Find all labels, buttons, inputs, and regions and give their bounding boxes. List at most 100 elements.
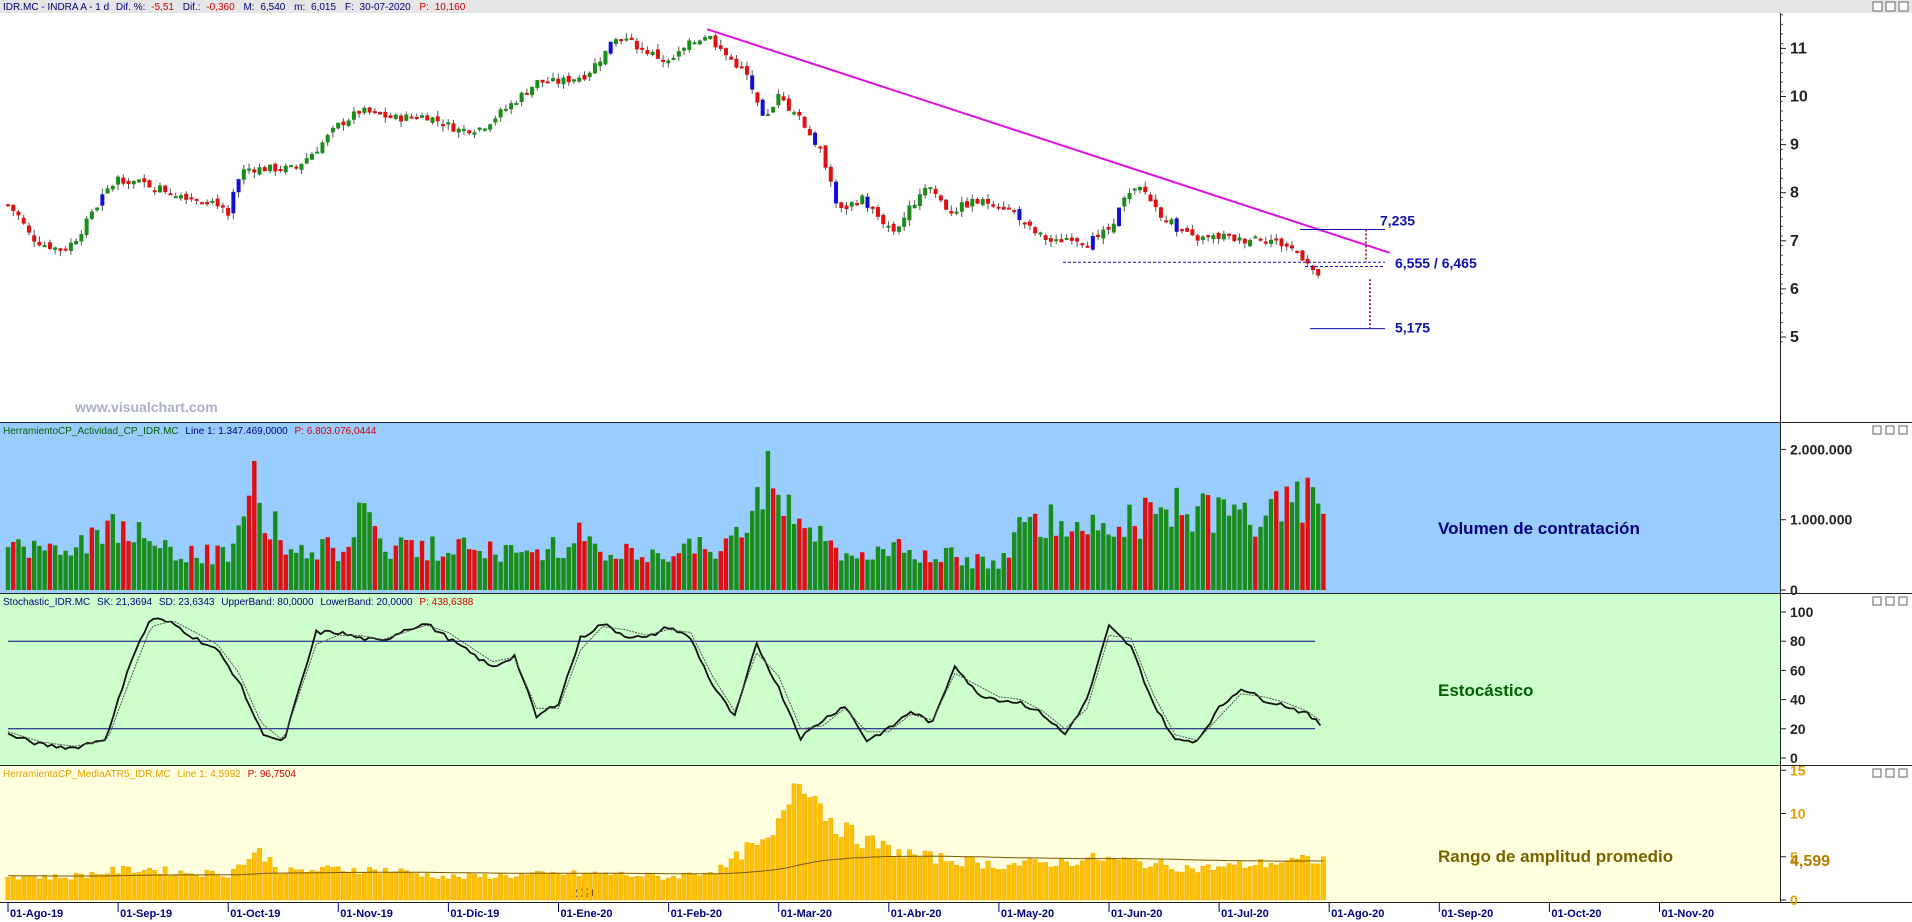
candle-body: [6, 204, 10, 207]
atr-bar: [136, 872, 142, 901]
atr-bar: [702, 872, 708, 901]
candle-body: [1101, 229, 1106, 239]
candle-body: [456, 128, 461, 133]
volume-bar: [692, 553, 697, 590]
atr-bar: [849, 825, 855, 901]
maximize-icon[interactable]: [1885, 425, 1895, 435]
close-icon[interactable]: [1898, 596, 1908, 606]
candle-body: [844, 205, 849, 210]
candle-body: [1064, 238, 1069, 241]
volume-bar: [933, 559, 938, 590]
stochastic-window-controls[interactable]: [1872, 596, 1908, 606]
minimize-icon[interactable]: [1872, 596, 1882, 606]
volume-bar: [755, 487, 760, 590]
atr-bar: [1158, 859, 1164, 901]
candle-body: [1153, 199, 1158, 208]
minimize-icon[interactable]: [1872, 1, 1883, 12]
volume-bar: [556, 557, 561, 590]
maximize-icon[interactable]: [1885, 768, 1895, 778]
atr-bar: [1153, 863, 1159, 901]
atr-header: HerramientaCP_MediaATR5_IDR.MC Line 1: 4…: [3, 769, 296, 780]
main-window-controls[interactable]: [1872, 1, 1909, 12]
candle-body: [839, 202, 844, 209]
volume-bar: [215, 545, 220, 590]
stochastic-tick-label: 40: [1790, 692, 1806, 708]
candle-body: [289, 165, 294, 168]
maximize-icon[interactable]: [1885, 596, 1895, 606]
candle-body: [84, 218, 89, 236]
volume-bar: [257, 502, 262, 590]
stochastic-header: Stochastic_IDR.MC SK: 21,3694 SD: 23,634…: [3, 597, 474, 608]
volume-window-controls[interactable]: [1872, 425, 1908, 435]
atr-bar: [1043, 862, 1049, 901]
atr-bar: [582, 872, 587, 901]
candle-body: [11, 204, 16, 211]
minimize-icon[interactable]: [1872, 425, 1882, 435]
atr-window-controls[interactable]: [1872, 768, 1908, 778]
candle-body: [718, 45, 723, 49]
candle-body: [493, 118, 498, 123]
candle-body: [1069, 237, 1074, 241]
volume-bar: [849, 555, 854, 590]
atr-bar: [665, 877, 671, 901]
atr-tick-label: 10: [1790, 806, 1806, 822]
watermark: www.visualchart.com: [74, 399, 218, 415]
atr-bar: [980, 868, 986, 901]
candle-body: [1043, 235, 1048, 240]
volume-tick-label: 1.000.000: [1790, 512, 1852, 528]
close-icon[interactable]: [1898, 768, 1908, 778]
candle-body: [634, 40, 639, 50]
atr-bar: [770, 835, 776, 901]
atr-bar: [912, 854, 918, 901]
atr-bar: [519, 873, 524, 901]
atr-bar: [1095, 860, 1101, 901]
candle-body: [818, 146, 823, 149]
candle-body: [671, 57, 676, 60]
maximize-icon[interactable]: [1885, 1, 1896, 12]
candle-body: [986, 199, 991, 204]
volume-bar: [613, 558, 619, 590]
candle-body: [63, 248, 68, 251]
date-axis-area: [0, 902, 1912, 922]
volume-bar: [812, 541, 818, 590]
candle-body: [95, 207, 100, 211]
close-icon[interactable]: [1898, 425, 1908, 435]
candle-body: [393, 114, 398, 119]
volume-bar: [629, 547, 634, 590]
min-value: 6,015: [311, 2, 336, 13]
atr-bar: [272, 867, 278, 901]
atr-bar: [320, 867, 325, 901]
volume-bar: [928, 562, 933, 590]
candle-body: [692, 42, 697, 45]
atr-bar: [786, 804, 792, 901]
volume-bar: [210, 564, 215, 590]
candle-body: [294, 166, 299, 169]
volume-bar: [802, 528, 807, 590]
atr-bar: [403, 870, 409, 901]
candle-body: [786, 98, 791, 111]
candle-body: [163, 185, 168, 193]
volume-bar: [671, 556, 676, 590]
candle-body: [739, 66, 744, 69]
candle-body: [587, 72, 592, 77]
candle-body: [446, 122, 451, 125]
atr-bar: [487, 879, 493, 901]
close-icon[interactable]: [1898, 1, 1909, 12]
atr-bar: [613, 873, 619, 901]
volume-bar: [535, 549, 540, 590]
atr-bar: [1111, 858, 1117, 901]
volume-bar: [178, 558, 184, 590]
candle-body: [907, 205, 912, 221]
atr-bar: [870, 835, 876, 901]
candle-body: [1284, 243, 1289, 247]
volume-bar: [1012, 532, 1017, 590]
volume-bar: [131, 542, 136, 590]
volume-bar: [372, 526, 378, 590]
volume-bar: [561, 558, 566, 590]
atr-bar: [639, 876, 645, 901]
minimize-icon[interactable]: [1872, 768, 1882, 778]
atr-bar: [430, 877, 435, 901]
candle-body: [53, 247, 58, 250]
volume-bar: [891, 542, 896, 590]
candle-body: [231, 191, 236, 214]
